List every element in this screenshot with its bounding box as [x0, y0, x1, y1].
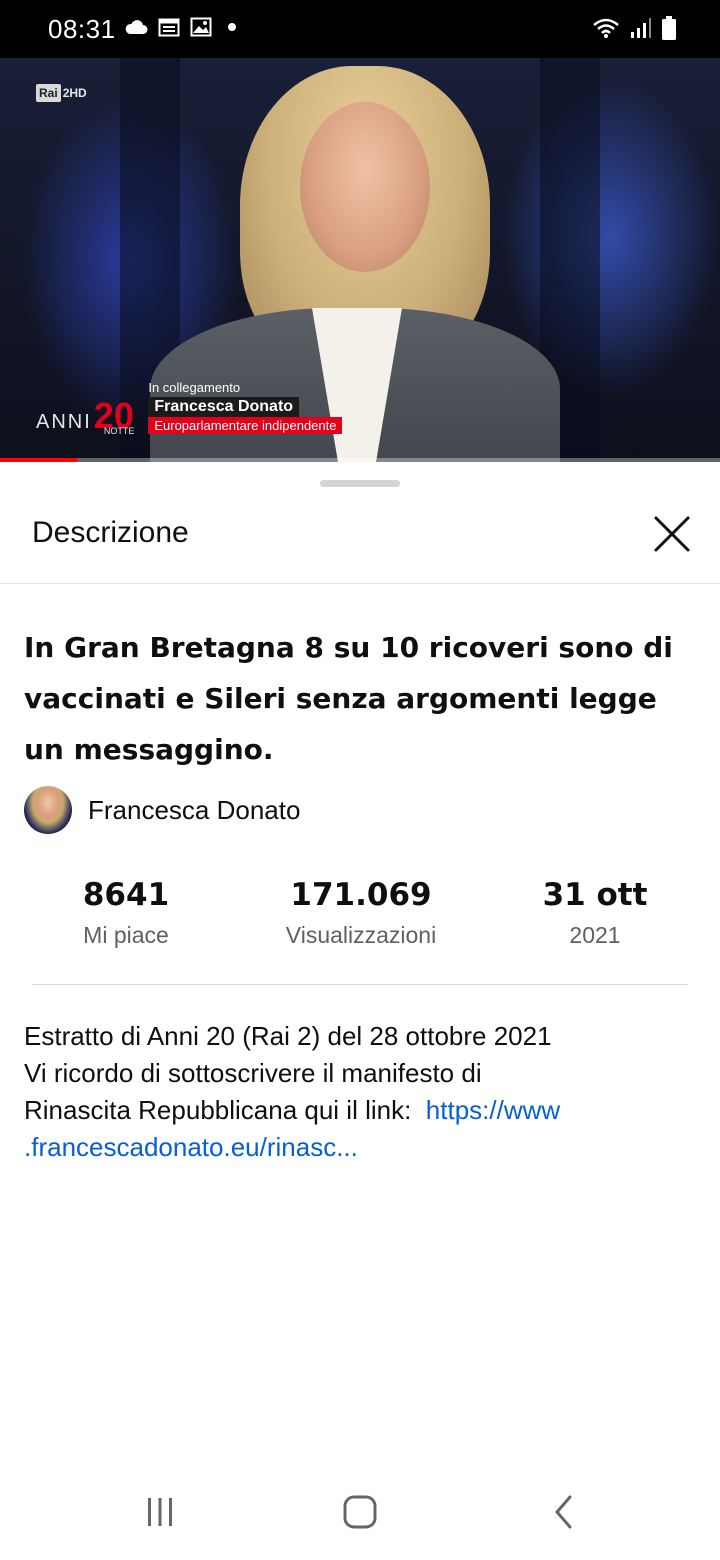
description-line: Rinascita Repubblicana qui il link: http…	[24, 1092, 704, 1129]
caption-small: In collegamento	[148, 380, 241, 395]
sheet-title: Descrizione	[32, 516, 189, 549]
show-name: ANNI	[36, 411, 92, 433]
close-icon	[654, 516, 690, 552]
avatar[interactable]	[24, 786, 72, 834]
caption-name: Francesca Donato	[148, 397, 300, 417]
stat-label: Visualizzazioni	[285, 922, 437, 948]
gallery-icon	[190, 17, 212, 37]
description-text: Estratto di Anni 20 (Rai 2) del 28 ottob…	[24, 1018, 704, 1166]
description-text-segment: Rinascita Repubblicana qui il link:	[24, 1095, 426, 1125]
stat-value: 171.069	[290, 877, 432, 913]
calendar-icon	[158, 18, 180, 37]
lower-third-caption: ANNI 20 NOTTE In collegamento Francesca …	[36, 380, 343, 436]
description-link[interactable]: .francescadonato.eu/rinasc...	[24, 1129, 704, 1166]
stat-label: Mi piace	[83, 922, 169, 948]
show-sub: NOTTE	[103, 426, 135, 436]
drag-handle[interactable]	[320, 480, 400, 487]
wifi-icon	[593, 18, 619, 38]
recent-apps-button[interactable]	[130, 1490, 190, 1534]
status-icons-right	[592, 16, 676, 40]
channel-row[interactable]: Francesca Donato	[24, 786, 300, 834]
stat-value: 31 ott	[542, 877, 648, 913]
sheet-header: Descrizione	[0, 502, 720, 584]
caption-block: In collegamento Francesca Donato Europar…	[148, 380, 343, 434]
status-bar: 08:31	[0, 0, 720, 58]
home-icon	[343, 1495, 377, 1529]
dot-icon	[228, 23, 236, 31]
divider	[32, 984, 688, 985]
description-sheet: Descrizione In Gran Bretagna 8 su 10 ric…	[0, 462, 720, 1560]
video-title: In Gran Bretagna 8 su 10 ricoveri sono d…	[24, 631, 673, 766]
home-button[interactable]	[330, 1490, 390, 1534]
stat-likes: 8641 Mi piace	[40, 872, 212, 949]
caption-role: Europarlamentare indipendente	[148, 417, 343, 434]
back-icon	[555, 1495, 572, 1529]
video-player[interactable]: Rai 2HD ANNI 20 NOTTE In collegamento Fr…	[0, 58, 720, 462]
navigation-bar	[0, 1460, 720, 1560]
presenter-face	[300, 102, 430, 272]
stats-row: 8641 Mi piace 171.069 Visualizzazioni 31…	[0, 872, 720, 972]
stat-value: 8641	[82, 877, 170, 913]
rai-logo: Rai 2HD	[36, 84, 87, 102]
rai-logo-channel: 2HD	[62, 86, 87, 100]
stat-views: 171.069 Visualizzazioni	[260, 872, 462, 949]
description-link[interactable]: https://www	[426, 1095, 560, 1125]
channel-name[interactable]: Francesca Donato	[88, 795, 300, 826]
rai-logo-box: Rai	[36, 84, 61, 102]
status-icons-left	[124, 17, 242, 37]
back-button[interactable]	[534, 1490, 594, 1534]
battery-icon	[662, 16, 676, 40]
cloud-icon	[125, 20, 148, 34]
close-button[interactable]	[648, 510, 696, 558]
signal-icon	[631, 18, 651, 38]
stat-label: 2021	[569, 922, 621, 948]
status-time: 08:31	[48, 14, 116, 44]
stat-date: 31 ott 2021	[530, 872, 660, 949]
description-line: Estratto di Anni 20 (Rai 2) del 28 ottob…	[24, 1021, 552, 1051]
description-line: Vi ricordo di sottoscrivere il manifesto…	[24, 1058, 482, 1088]
recent-apps-icon	[148, 1498, 172, 1526]
